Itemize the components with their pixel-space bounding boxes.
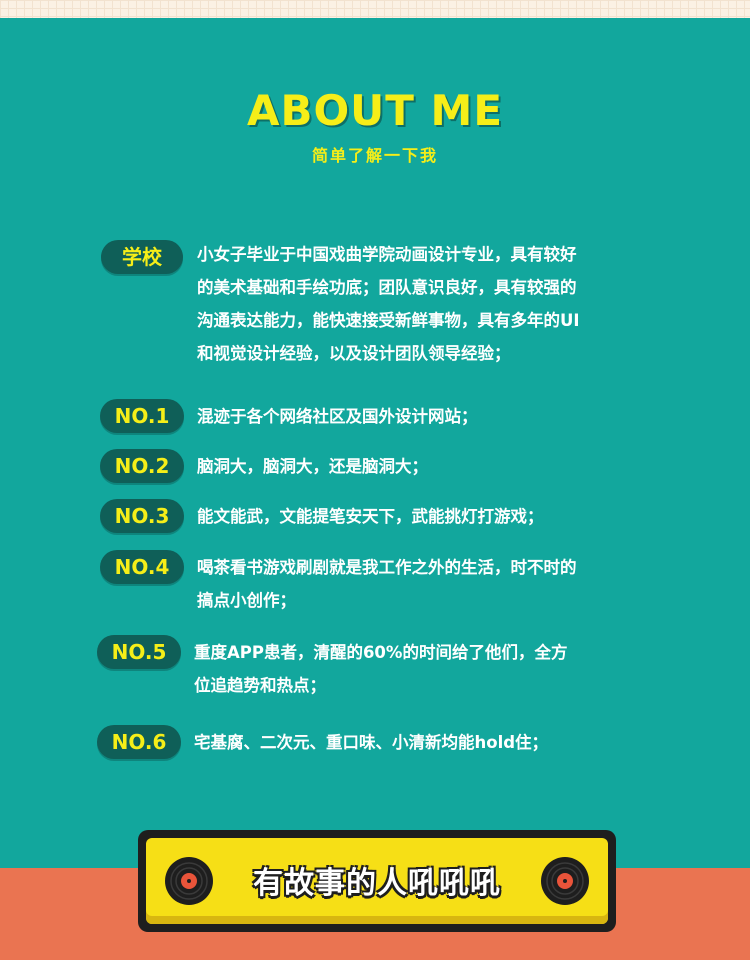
story-banner: 有故事的人吼吼吼 (138, 830, 616, 932)
description-line: 小女子毕业于中国戏曲学院动画设计专业，具有较好 (197, 245, 577, 264)
item-description: 脑洞大，脑洞大，还是脑洞大； (197, 450, 428, 483)
banner-text: 有故事的人吼吼吼 (253, 866, 501, 901)
description-line: 位追趋势和热点； (194, 676, 326, 695)
page-title: ABOUT ME (246, 86, 504, 135)
page-subtitle: 简单了解一下我 (311, 146, 438, 165)
banner-face: 有故事的人吼吼吼 (146, 838, 608, 924)
description-line: 宅基腐、二次元、重口味、小清新均能hold住； (194, 733, 549, 752)
description-line: 沟通表达能力，能快速接受新鲜事物，具有多年的UI (197, 311, 580, 330)
vinyl-record-icon (541, 857, 589, 905)
description-line: 重度APP患者，清醒的60%的时间给了他们，全方 (194, 643, 568, 662)
description-line: 能文能武，文能提笔安天下，武能挑灯打游戏； (197, 507, 544, 526)
badge-no2: NO.2 (100, 449, 184, 483)
item-description: 小女子毕业于中国戏曲学院动画设计专业，具有较好 的美术基础和手绘功底；团队意识良… (197, 238, 580, 370)
description-line: 搞点小创作； (197, 591, 296, 610)
description-line: 喝茶看书游戏刷剧就是我工作之外的生活，时不时的 (197, 558, 577, 577)
item-description: 喝茶看书游戏刷剧就是我工作之外的生活，时不时的 搞点小创作； (197, 551, 577, 617)
item-description: 宅基腐、二次元、重口味、小清新均能hold住； (194, 726, 548, 759)
badge-no3: NO.3 (100, 499, 184, 533)
item-description: 重度APP患者，清醒的60%的时间给了他们，全方 位追趋势和热点； (194, 636, 567, 702)
item-description: 能文能武，文能提笔安天下，武能挑灯打游戏； (197, 500, 544, 533)
badge-no6: NO.6 (97, 725, 181, 759)
top-paper-strip (0, 0, 750, 18)
badge-no1: NO.1 (100, 399, 184, 433)
description-line: 和视觉设计经验，以及设计团队领导经验； (197, 344, 511, 363)
description-line: 混迹于各个网络社区及国外设计网站； (197, 407, 478, 426)
item-description: 混迹于各个网络社区及国外设计网站； (197, 400, 478, 433)
badge-school: 学校 (101, 240, 183, 274)
description-line: 的美术基础和手绘功底；团队意识良好，具有较强的 (197, 278, 577, 297)
badge-no5: NO.5 (97, 635, 181, 669)
badge-no4: NO.4 (100, 550, 184, 584)
description-line: 脑洞大，脑洞大，还是脑洞大； (197, 457, 428, 476)
